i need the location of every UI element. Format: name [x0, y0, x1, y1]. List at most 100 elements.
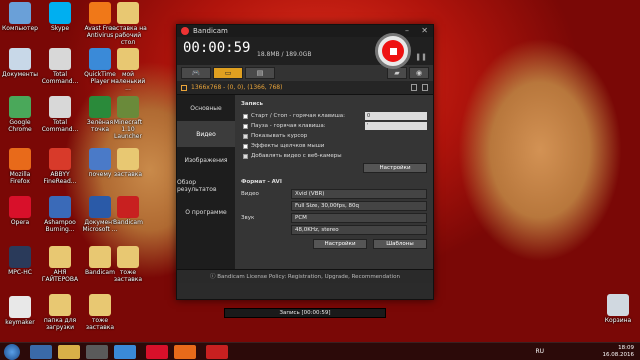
recording-header: 00:00:59 18.8MB / 189.0GB ❚❚ — [177, 33, 433, 69]
desktop-icon-label: тоже заставка — [85, 317, 115, 331]
desktop-icon[interactable]: Total Command... — [40, 48, 80, 92]
minimize-icon[interactable]: – — [405, 25, 409, 37]
desktop-icon[interactable]: Google Chrome — [0, 96, 40, 140]
pause-hotkey-field[interactable]: ' — [365, 122, 427, 130]
desktop-icon-image — [49, 196, 71, 218]
desktop-icon[interactable]: заставка на рабочий стол — [108, 2, 148, 46]
desktop-icon[interactable]: папка для загрузки — [40, 294, 80, 338]
start-stop-checkbox[interactable] — [243, 113, 248, 119]
sidebar-item-general[interactable]: Основные — [177, 95, 235, 121]
desktop-icon[interactable]: тоже заставка — [80, 294, 120, 338]
desktop-icon-label: Skype — [50, 25, 70, 32]
pause-icon[interactable]: ❚❚ — [415, 53, 427, 61]
taskbar-explorer-icon[interactable] — [58, 345, 80, 359]
sidebar-item-about[interactable]: О программе — [177, 199, 235, 225]
desktop-icon[interactable]: ABBYY FineRead... — [40, 148, 80, 192]
desktop-icon-label: ABBYY FineRead... — [43, 171, 77, 185]
desktop-icon-image — [89, 294, 111, 316]
bandicam-logo-icon — [181, 27, 189, 35]
click-effects-checkbox[interactable] — [243, 143, 248, 149]
bandicam-window: Bandicam – ✕ 00:00:59 18.8MB / 189.0GB ❚… — [176, 24, 434, 300]
show-cursor-row: Показывать курсор — [243, 131, 427, 141]
desktop-icon-label: Opera — [10, 219, 30, 226]
desktop-icon-label: Ashampoo Burning... — [44, 219, 76, 233]
desktop-icon[interactable]: Ashampoo Burning... — [40, 196, 80, 240]
video-detail: Full Size, 30,00fps, 80q — [291, 201, 427, 211]
desktop-icon-label: Total Command... — [41, 71, 79, 85]
language-indicator[interactable]: RU — [535, 348, 544, 355]
desktop-icon-label: МРС-НС — [8, 269, 32, 276]
system-clock[interactable]: 18:09 16.08.2016 — [603, 345, 635, 359]
desktop-icon[interactable]: АНЯ ГАЙТЕРОВА — [40, 246, 80, 290]
desktop-icon-image — [9, 96, 31, 118]
fullscreen-icon[interactable] — [422, 84, 428, 91]
desktop-icon[interactable]: Opera — [0, 196, 40, 240]
taskbar-opera-icon[interactable] — [146, 345, 168, 359]
audio-detail: 48,0KHz, stereo — [291, 225, 427, 235]
desktop-icon-image — [9, 246, 31, 268]
desktop-icon[interactable]: Minecraft 1.10 Launcher — [108, 96, 148, 140]
webcam-label: Добавлять видео с веб-камеры — [251, 153, 342, 159]
webcam-checkbox[interactable] — [243, 153, 248, 159]
desktop-icon-label: keymaker — [5, 319, 35, 326]
desktop-icon-label: тоже заставка — [113, 269, 143, 283]
audio-label: Звук — [241, 215, 255, 221]
taskbar-ie-icon[interactable] — [30, 345, 52, 359]
desktop-icon[interactable]: Компьютер — [0, 2, 40, 46]
record-button[interactable] — [375, 33, 411, 69]
license-footer[interactable]: ⓘ Bandicam License Policy: Registration,… — [177, 269, 433, 283]
window-icon[interactable] — [411, 84, 417, 91]
desktop-icon[interactable]: keymaker — [0, 296, 40, 340]
sidebar-item-images[interactable]: Изображения — [177, 147, 235, 173]
desktop-icon[interactable]: Total Command... — [40, 96, 80, 140]
taskbar-player-icon[interactable] — [114, 345, 136, 359]
sidebar-item-video[interactable]: Видео — [177, 121, 235, 147]
format-settings-button[interactable]: Настройки — [313, 239, 367, 249]
desktop-icon[interactable]: Bandicam — [108, 196, 148, 240]
desktop-icon-image — [117, 148, 139, 170]
sidebar-item-output[interactable]: Обзор результатов — [177, 173, 235, 199]
hdmi-mode-icon[interactable]: ▤ — [245, 67, 275, 79]
camera-icon[interactable]: ◉ — [409, 67, 429, 79]
desktop-icon[interactable]: тоже заставка — [108, 246, 148, 290]
settings-sidebar: Основные Видео Изображения Обзор результ… — [177, 95, 235, 269]
desktop-icon-label: заставка — [113, 171, 143, 178]
close-icon[interactable]: ✕ — [421, 25, 428, 37]
templates-button[interactable]: Шаблоны — [373, 239, 427, 249]
click-effects-row: Эффекты щелчков мыши — [243, 141, 427, 151]
start-button[interactable] — [4, 344, 20, 360]
show-cursor-checkbox[interactable] — [243, 133, 248, 139]
desktop-icon-label: Mozilla Firefox — [9, 171, 31, 185]
taskbar-firefox-icon[interactable] — [174, 345, 196, 359]
recording-strip-text: Запись [00:00:59] — [279, 310, 331, 316]
desktop-icon-label: папка для загрузки — [43, 317, 77, 331]
desktop-icon[interactable]: Skype — [40, 2, 80, 46]
region-icon — [181, 85, 187, 91]
taskbar-bandicam-icon[interactable] — [206, 345, 228, 359]
clock-date: 16.08.2016 — [602, 352, 635, 358]
screen-mode-icon[interactable]: ▭ — [213, 67, 243, 79]
desktop-icon[interactable]: заставка — [108, 148, 148, 192]
record-settings-button[interactable]: Настройки — [363, 163, 427, 173]
desktop-icon-image — [607, 294, 629, 316]
recording-strip[interactable]: Запись [00:00:59] — [224, 308, 386, 318]
desktop-icon[interactable]: МРС-НС — [0, 246, 40, 290]
start-stop-hotkey-field[interactable]: 0 — [365, 112, 427, 120]
desktop-icon[interactable]: Корзина — [598, 294, 638, 338]
pause-checkbox[interactable] — [243, 123, 248, 129]
pause-label: Пауза - горячая клавиша: — [251, 123, 326, 129]
desktop-icon[interactable]: Документы — [0, 48, 40, 92]
desktop-icon-label: Документы — [2, 71, 38, 78]
desktop-icon-image — [9, 296, 31, 318]
game-mode-icon[interactable]: 🎮 — [181, 67, 211, 79]
desktop-icon[interactable]: Mozilla Firefox — [0, 148, 40, 192]
desktop-icon[interactable]: мой маленький ... — [108, 48, 148, 92]
video-settings-panel: Запись Старт / Стоп - горячая клавиша: 0… — [235, 95, 433, 269]
desktop-icon-image — [49, 246, 71, 268]
taskbar-media-icon[interactable] — [86, 345, 108, 359]
desktop-icon-label: Bandicam — [113, 219, 143, 226]
desktop-icon-label: Google Chrome — [8, 119, 32, 133]
hotkey-pause-row: Пауза - горячая клавиша: ' — [243, 121, 427, 131]
resolution-text: 1366x768 - (0, 0), (1366, 768) — [191, 84, 283, 91]
desktop-icon-label: мой маленький ... — [110, 71, 146, 92]
